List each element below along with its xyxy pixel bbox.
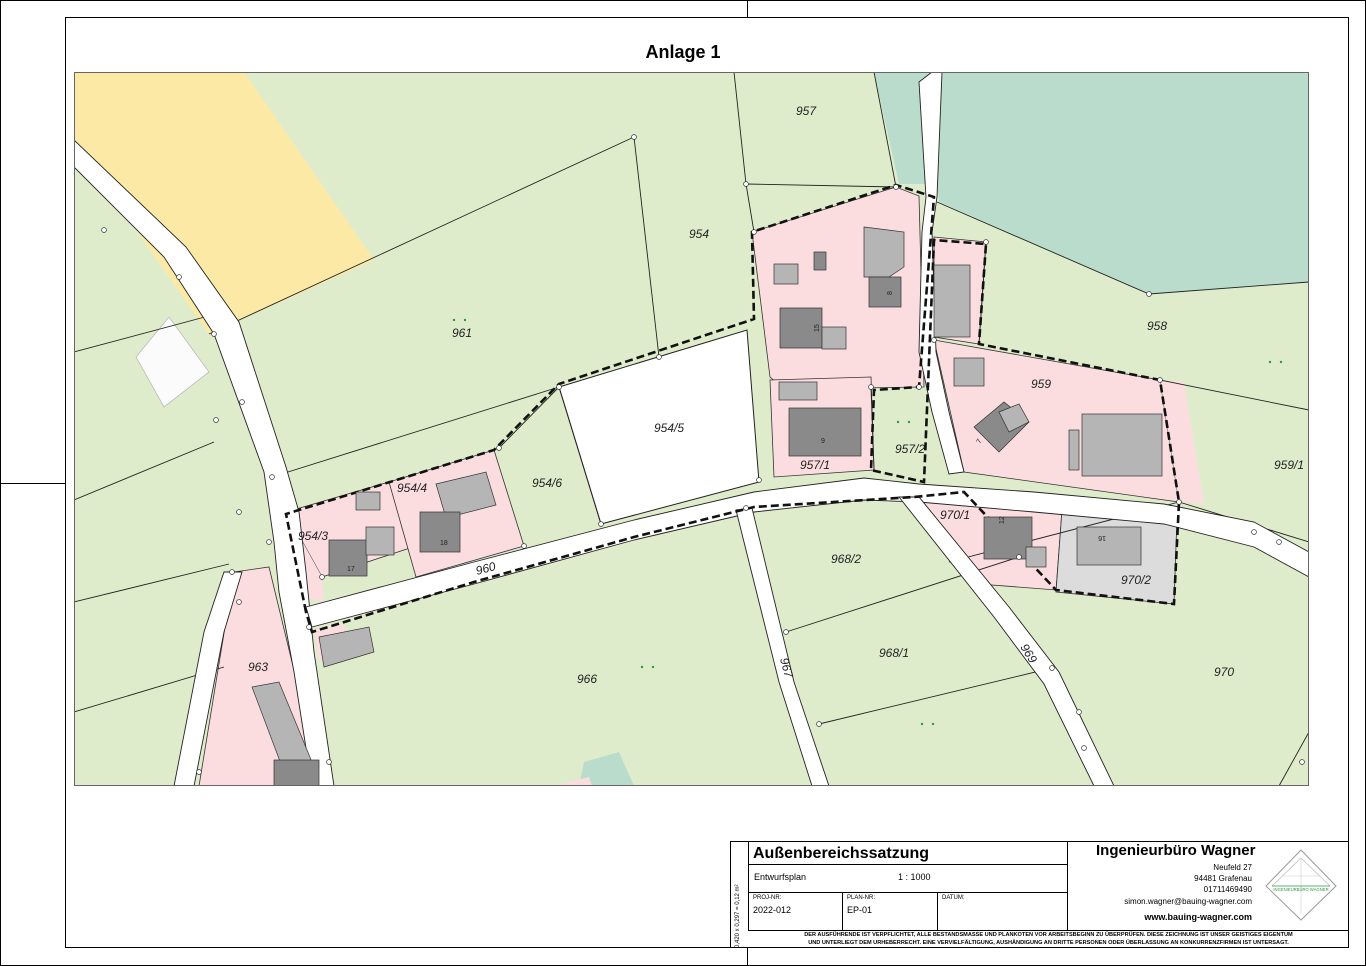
tb-line <box>748 864 1067 865</box>
fold-mark-left <box>0 483 65 484</box>
plan-type: Entwurfsplan <box>754 872 807 882</box>
company-phone: 01711469490 <box>1203 885 1252 894</box>
house-number: 16 <box>1098 534 1106 541</box>
parcel-label: 959/1 <box>1274 458 1304 472</box>
parcel-label: 970/2 <box>1121 573 1151 587</box>
logo-text: INGENIEURBÜRO WAGNER <box>1273 887 1328 892</box>
parcel-label: 970/1 <box>940 508 970 522</box>
building-963-annex <box>273 759 320 786</box>
building-small-2 <box>813 251 827 271</box>
house-number: 15 <box>814 324 821 332</box>
parcel-label: 954/3 <box>298 529 328 543</box>
company-city: 94481 Grafenau <box>1194 874 1252 883</box>
tb-line <box>730 841 731 948</box>
building-958 <box>933 264 971 338</box>
building-959-large <box>1081 413 1163 477</box>
building-8 <box>868 276 902 308</box>
parcel-label: 963 <box>248 660 268 674</box>
fold-mark-top <box>747 0 748 17</box>
parcel-label: 954/4 <box>397 481 427 495</box>
building-17-annex <box>365 526 395 556</box>
building-8-annex <box>863 226 905 278</box>
parcel-label: 970 <box>1214 665 1234 679</box>
parcel-label: 968/2 <box>831 552 861 566</box>
tb-line <box>748 892 1067 893</box>
parcel-label: 957/2 <box>895 442 925 456</box>
house-number: 8 <box>887 291 894 295</box>
building-959-shed <box>1068 429 1080 471</box>
sheet-left-edge <box>0 0 1 966</box>
building-959-small <box>953 357 985 387</box>
tb-line <box>842 892 843 930</box>
company-website[interactable]: www.bauing-wagner.com <box>1100 912 1252 922</box>
fold-mark-bottom <box>747 948 748 966</box>
tb-line <box>730 841 1349 842</box>
house-number: 12 <box>999 516 1006 524</box>
company-logo-icon: INGENIEURBÜRO WAGNER <box>1265 849 1337 921</box>
proj-nr-label: PROJ-NR: <box>753 895 782 901</box>
scale: 1 : 1000 <box>898 872 931 882</box>
parcel-label: 958 <box>1147 319 1167 333</box>
sheet-top-edge <box>0 0 1366 1</box>
tb-line <box>937 892 938 930</box>
parcel-label: 957/1 <box>800 458 830 472</box>
parcel-label: 961 <box>452 326 472 340</box>
parcel-label: 954/6 <box>532 476 562 490</box>
tb-line <box>748 841 749 930</box>
company-email[interactable]: simon.wagner@bauing-wagner.com <box>1100 897 1252 906</box>
building-954-3-small <box>355 491 381 511</box>
company-street: Neufeld 27 <box>1213 863 1252 872</box>
project-title: Außenbereichssatzung <box>753 845 930 862</box>
house-number: 18 <box>440 540 448 547</box>
plan-nr: EP-01 <box>847 905 873 915</box>
disclaimer-line-1: DER AUSFÜHRENDE IST VERPFLICHTET, ALLE B… <box>804 932 1293 938</box>
cadastral-map[interactable]: 957 954 961 958 959 954/5 954/4 954/3 95… <box>74 72 1309 786</box>
building-small-1 <box>773 263 799 285</box>
building-9 <box>788 407 862 457</box>
sheet-title: Anlage 1 <box>645 42 721 62</box>
tb-line <box>1067 841 1068 930</box>
tb-line <box>748 930 1349 931</box>
parcel-label: 954 <box>689 227 709 241</box>
building-12-annex <box>1025 546 1047 568</box>
company-name: Ingenieurbüro Wagner <box>1096 842 1256 859</box>
parcel-label: 957 <box>796 104 817 118</box>
building-15-annex <box>821 326 847 350</box>
paper-format: 0,420 x 0,297 = 0,12 m² <box>735 884 741 948</box>
building-12 <box>983 516 1033 560</box>
parcel-label: 954/5 <box>654 421 684 435</box>
plan-nr-label: PLAN-NR: <box>847 895 876 901</box>
disclaimer-line-2: UND UNTERLIEGT DEM URHEBERRECHT. EINE VE… <box>808 940 1289 946</box>
parcel-label: 959 <box>1031 377 1051 391</box>
parcel-label: 966 <box>577 672 597 686</box>
house-number: 9 <box>821 438 825 445</box>
parcel-label: 968/1 <box>879 646 909 660</box>
building-957-1-annex <box>778 381 818 401</box>
datum-label: DATUM: <box>942 895 965 901</box>
building-16 <box>1076 526 1142 566</box>
proj-nr: 2022-012 <box>753 905 792 915</box>
house-number: 17 <box>347 566 355 573</box>
